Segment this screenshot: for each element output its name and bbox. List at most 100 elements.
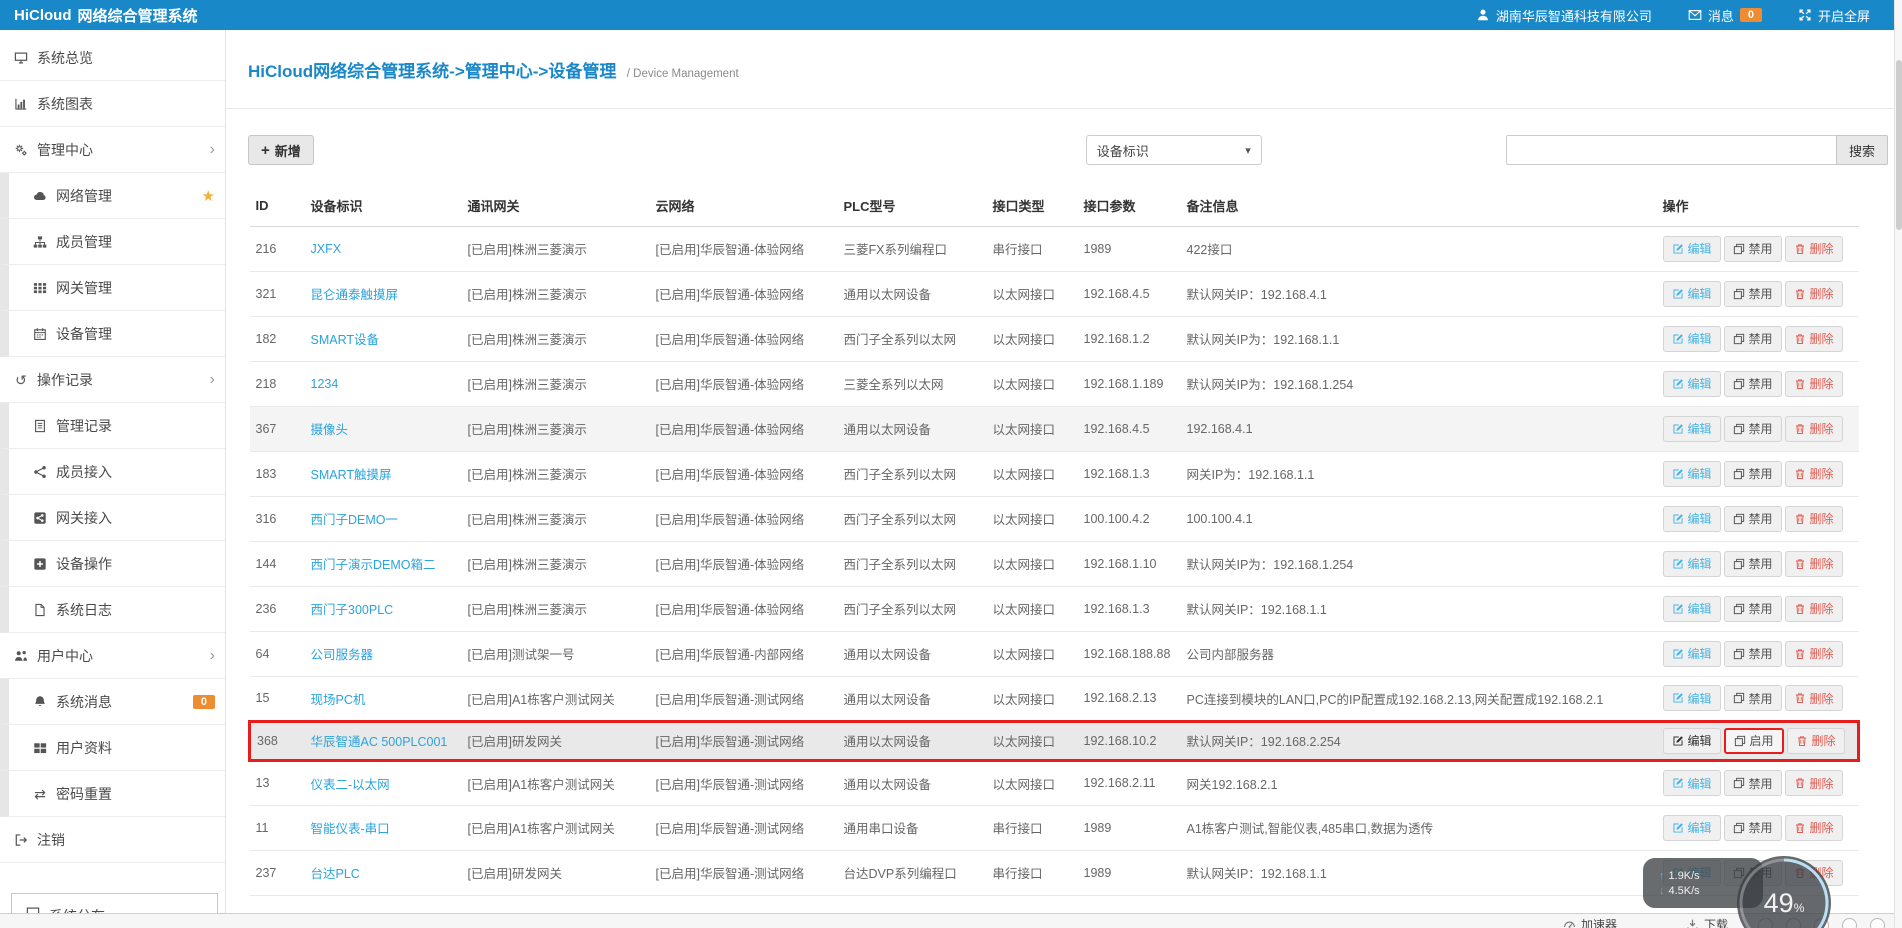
edit-button[interactable]: 编辑 [1662,280,1721,307]
disable-button[interactable]: 禁用 [1723,460,1782,487]
filter-field-select[interactable]: 设备标识 ▾ [1085,135,1262,165]
device-link[interactable]: 现场PC机 [311,693,366,707]
disable-button[interactable]: 禁用 [1723,640,1782,667]
edit-button[interactable]: 编辑 [1662,640,1721,667]
sidebar-item-system-overview[interactable]: 系统总览 [0,35,225,81]
add-device-button[interactable]: + 新增 [248,135,314,165]
delete-button-label: 删除 [1809,422,1834,436]
edit-button[interactable]: 编辑 [1662,595,1721,622]
device-link[interactable]: 1234 [311,377,339,391]
cell-param: 192.168.2.11 [1077,760,1181,806]
sidebar-item-system-messages[interactable]: 系统消息 0 [0,679,225,725]
sidebar-item-member-management[interactable]: 成员管理 [0,219,225,265]
sidebar-item-device-operation[interactable]: 设备操作 [0,541,225,587]
breadcrumb: HiCloud网络综合管理系统->管理中心->设备管理 [248,62,617,81]
progress-circle-widget[interactable]: 49 % [1737,856,1831,928]
edit-button[interactable]: 编辑 [1662,505,1721,532]
device-link[interactable]: 智能仪表-串口 [311,822,390,836]
edit-button[interactable]: 编辑 [1662,235,1721,262]
trash-icon [1794,692,1806,704]
delete-button[interactable]: 删除 [1784,460,1843,487]
disable-button[interactable]: 禁用 [1723,280,1782,307]
device-link[interactable]: SMART触摸屏 [311,468,392,482]
disable-button[interactable]: 禁用 [1723,595,1782,622]
disable-button[interactable]: 禁用 [1723,550,1782,577]
trash-icon [1794,288,1806,300]
sidebar-item-network-management[interactable]: 网络管理 ★ [0,173,225,219]
sidebar-item-user-center[interactable]: 用户中心 › [0,633,225,679]
search-input[interactable] [1505,135,1836,165]
cell-note: PC连接到模块的LAN口,PC的IP配置成192.168.2.13,网关配置成1… [1180,676,1657,722]
sidebar-item-user-profile[interactable]: 用户资料 [0,725,225,771]
delete-button[interactable]: 删除 [1784,685,1843,711]
disable-button[interactable]: 禁用 [1723,325,1782,352]
device-link[interactable]: 公司服务器 [311,648,374,662]
edit-button[interactable]: 编辑 [1662,415,1721,442]
device-link[interactable]: 摄像头 [311,423,349,437]
edit-button[interactable]: 编辑 [1662,770,1721,796]
device-link[interactable]: SMART设备 [311,333,380,347]
fullscreen-button[interactable]: 开启全屏 [1798,6,1870,25]
delete-button[interactable]: 删除 [1784,550,1843,577]
search-button[interactable]: 搜索 [1835,135,1888,165]
delete-button[interactable]: 删除 [1784,280,1843,307]
edit-button[interactable]: 编辑 [1662,727,1721,754]
column-header-6: 接口参数 [1077,185,1181,227]
sidebar-item-system-logs[interactable]: 系统日志 [0,587,225,633]
expand-icon [1798,8,1812,22]
disable-button[interactable]: 禁用 [1723,235,1782,262]
sidebar-item-operation-records[interactable]: ↺ 操作记录 › [0,357,225,403]
delete-button[interactable]: 删除 [1784,325,1843,352]
bottombar-tool-icon-4[interactable] [1870,918,1885,928]
messages-button[interactable]: 消息 0 [1688,6,1762,25]
disable-button[interactable]: 禁用 [1723,770,1782,796]
edit-button[interactable]: 编辑 [1662,370,1721,397]
delete-button[interactable]: 删除 [1784,235,1843,262]
disable-button[interactable]: 禁用 [1723,814,1782,841]
delete-button[interactable]: 删除 [1786,727,1845,754]
star-icon: ★ [201,187,215,205]
delete-button[interactable]: 删除 [1784,415,1843,442]
sidebar-item-logout[interactable]: 注销 [0,817,225,863]
sidebar-item-gateway-access[interactable]: 网关接入 [0,495,225,541]
sidebar-item-member-access[interactable]: 成员接入 [0,449,225,495]
edit-button-label: 编辑 [1687,422,1712,436]
sidebar-item-management-records[interactable]: 管理记录 [0,403,225,449]
device-link[interactable]: JXFX [311,242,342,256]
enable-button[interactable]: 启用 [1723,727,1784,754]
sidebar-item-management-center[interactable]: 管理中心 › [0,127,225,173]
edit-button[interactable]: 编辑 [1662,685,1721,711]
delete-button[interactable]: 删除 [1784,814,1843,841]
delete-button[interactable]: 删除 [1784,595,1843,622]
device-link[interactable]: 昆仑通泰触摸屏 [311,288,399,302]
disable-button[interactable]: 禁用 [1723,415,1782,442]
delete-button[interactable]: 删除 [1784,640,1843,667]
page-scrollbar[interactable] [1894,0,1902,928]
edit-button[interactable]: 编辑 [1662,460,1721,487]
bottombar-tool-icon-3[interactable] [1842,918,1857,928]
sidebar-item-password-reset[interactable]: ⇄ 密码重置 [0,771,225,817]
device-link[interactable]: 华辰智通AC 500PLC001 [311,735,448,749]
company-account-button[interactable]: 湖南华辰智通科技有限公司 [1476,6,1652,25]
delete-button[interactable]: 删除 [1784,505,1843,532]
edit-button[interactable]: 编辑 [1662,814,1721,841]
disable-button[interactable]: 禁用 [1723,505,1782,532]
device-link[interactable]: 西门子DEMO一 [311,513,399,527]
device-link[interactable]: 西门子300PLC [311,603,394,617]
device-link[interactable]: 西门子演示DEMO箱二 [311,558,436,572]
device-link[interactable]: 台达PLC [311,867,360,881]
disable-button[interactable]: 禁用 [1723,370,1782,397]
edit-icon [1672,603,1684,615]
delete-button[interactable]: 删除 [1784,370,1843,397]
scrollbar-thumb[interactable] [1896,60,1902,230]
sidebar-item-device-management[interactable]: 设备管理 [0,311,225,357]
edit-button[interactable]: 编辑 [1662,550,1721,577]
sidebar-item-gateway-management[interactable]: 网关管理 [0,265,225,311]
bottombar-item-accelerator[interactable]: 加速器 [1563,916,1617,928]
disable-button[interactable]: 禁用 [1723,685,1782,711]
bottombar-item-download[interactable]: 下载 [1686,916,1728,928]
delete-button[interactable]: 删除 [1784,770,1843,796]
sidebar-item-system-charts[interactable]: 系统图表 [0,81,225,127]
device-link[interactable]: 仪表二-以太网 [311,778,390,792]
edit-button[interactable]: 编辑 [1662,325,1721,352]
